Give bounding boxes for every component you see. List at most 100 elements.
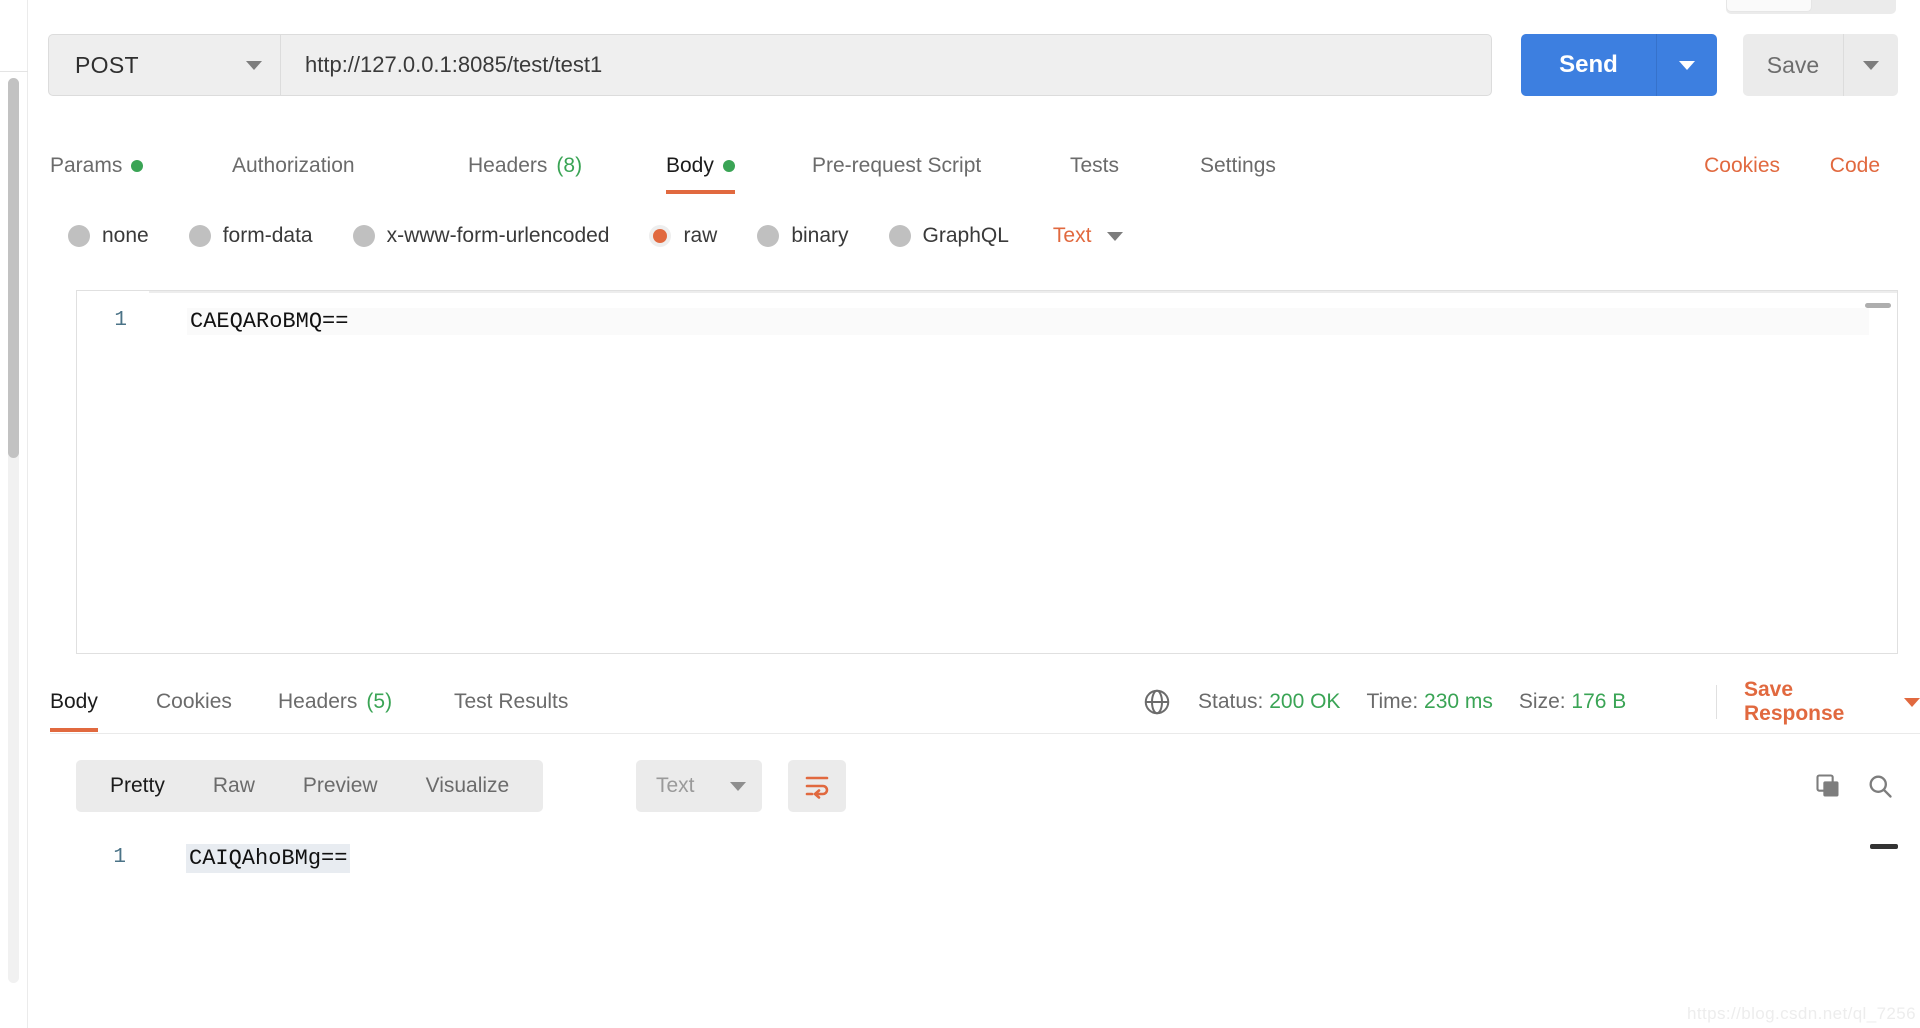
view-mode-preview[interactable]: Preview — [279, 760, 402, 812]
body-type-binary-label: binary — [791, 224, 849, 247]
body-type-raw[interactable]: raw — [649, 224, 717, 248]
response-tabs-bar: Body Cookies Headers (5) Test Results St… — [50, 672, 1920, 734]
modified-dot-icon — [131, 160, 144, 172]
radio-off-icon — [68, 225, 90, 247]
request-tabs: Params Authorization Headers (8) Body Pr… — [50, 140, 1898, 194]
copy-icon — [1816, 774, 1839, 797]
tab-authorization-label: Authorization — [232, 154, 355, 177]
url-input[interactable]: http://127.0.0.1:8085/test/test1 — [280, 34, 1492, 96]
request-url-row: POST http://127.0.0.1:8085/test/test1 Se… — [48, 34, 1898, 96]
request-editor-gutter: 1 — [77, 291, 149, 653]
tab-settings[interactable]: Settings — [1200, 140, 1276, 192]
watermark: https://blog.csdn.net/ql_7256 — [1687, 1004, 1916, 1023]
tab-params-label: Params — [50, 154, 123, 177]
send-options-button[interactable] — [1657, 34, 1717, 96]
request-body-editor[interactable]: 1 CAEQARoBMQ== — [76, 290, 1898, 654]
chevron-down-icon — [1863, 60, 1879, 70]
response-body-text[interactable]: CAIQAhoBMg== — [186, 844, 351, 873]
tab-body[interactable]: Body — [666, 140, 735, 194]
http-method-select[interactable]: POST — [48, 34, 280, 96]
copy-button[interactable] — [1808, 766, 1848, 806]
status-label: Status: 200 OK — [1198, 690, 1340, 714]
request-code-link[interactable]: Code — [1830, 140, 1880, 192]
body-format-select[interactable]: Text — [1053, 224, 1124, 248]
status-divider — [1716, 685, 1717, 719]
tab-tests-label: Tests — [1070, 154, 1120, 177]
save-response-button[interactable]: Save Response — [1744, 672, 1920, 732]
save-options-button[interactable] — [1844, 34, 1898, 96]
body-type-graphql-label: GraphQL — [922, 224, 1009, 247]
response-tab-headers-label: Headers — [278, 690, 358, 713]
radio-on-icon — [649, 225, 672, 247]
save-button-group: Save — [1743, 34, 1898, 96]
body-type-graphql[interactable]: GraphQL — [888, 224, 1009, 248]
radio-off-icon — [757, 225, 780, 247]
wrap-lines-icon — [805, 776, 829, 799]
radio-off-icon — [888, 225, 911, 247]
tab-settings-label: Settings — [1200, 154, 1276, 177]
status-value: 200 OK — [1269, 690, 1341, 713]
left-scroll-rail — [0, 0, 28, 1028]
response-scroll-marker[interactable] — [1870, 844, 1898, 849]
status-label-text: Status: — [1198, 690, 1264, 713]
search-button[interactable] — [1860, 766, 1900, 806]
wrap-lines-button[interactable] — [788, 760, 846, 812]
save-button[interactable]: Save — [1743, 34, 1844, 96]
body-type-urlencoded[interactable]: x-www-form-urlencoded — [352, 224, 609, 248]
radio-off-icon — [352, 225, 375, 247]
modified-dot-icon — [722, 160, 735, 172]
line-number: 1 — [114, 309, 127, 332]
view-mode-raw[interactable]: Raw — [189, 760, 279, 812]
body-type-binary[interactable]: binary — [757, 224, 849, 248]
size-label: Size: 176 B — [1519, 690, 1626, 714]
response-status-group: Status: 200 OK Time: 230 ms Size: 176 B — [1142, 672, 1626, 732]
response-tab-cookies[interactable]: Cookies — [156, 672, 232, 732]
rail-divider — [0, 71, 28, 72]
send-button[interactable]: Send — [1521, 34, 1657, 96]
tab-tests[interactable]: Tests — [1070, 140, 1119, 192]
view-mode-visualize[interactable]: Visualize — [402, 760, 534, 812]
request-body-text[interactable]: CAEQARoBMQ== — [187, 308, 1869, 335]
body-type-form-data[interactable]: form-data — [188, 224, 313, 248]
left-scrollbar-thumb[interactable] — [8, 78, 19, 458]
response-tab-test-results-label: Test Results — [454, 690, 569, 713]
response-tab-body[interactable]: Body — [50, 672, 98, 732]
tab-authorization[interactable]: Authorization — [232, 140, 355, 192]
editor-top-divider — [77, 291, 1897, 293]
size-label-text: Size: — [1518, 690, 1566, 713]
view-mode-pretty[interactable]: Pretty — [86, 760, 189, 812]
top-partial-toolbar-button[interactable] — [1726, 0, 1812, 12]
globe-icon — [1144, 689, 1170, 715]
time-label: Time: 230 ms — [1366, 690, 1492, 714]
search-icon — [1869, 775, 1892, 798]
response-tab-test-results[interactable]: Test Results — [454, 672, 568, 732]
editor-scroll-marker[interactable] — [1865, 303, 1891, 308]
response-tab-headers[interactable]: Headers (5) — [278, 672, 392, 732]
radio-off-icon — [188, 225, 211, 247]
response-tab-body-label: Body — [50, 690, 98, 713]
chevron-down-icon — [1904, 697, 1920, 707]
response-body-viewer[interactable]: 1 CAIQAhoBMg== — [76, 830, 1906, 1000]
tab-params[interactable]: Params — [50, 140, 144, 192]
tab-headers[interactable]: Headers (8) — [468, 140, 582, 192]
body-type-raw-label: raw — [683, 224, 718, 247]
time-value: 230 ms — [1424, 690, 1493, 713]
tab-body-label: Body — [666, 154, 714, 177]
body-type-none-label: none — [102, 224, 149, 247]
request-response-pane: POST http://127.0.0.1:8085/test/test1 Se… — [28, 0, 1920, 1028]
chevron-down-icon — [730, 781, 746, 791]
body-format-label: Text — [1052, 224, 1092, 247]
body-type-none[interactable]: none — [68, 224, 149, 248]
response-tab-headers-count: (5) — [366, 690, 393, 713]
line-number: 1 — [113, 846, 126, 869]
request-cookies-link[interactable]: Cookies — [1704, 140, 1780, 192]
body-type-row: none form-data x-www-form-urlencoded raw… — [68, 212, 1898, 260]
size-value: 176 B — [1571, 690, 1627, 713]
time-label-text: Time: — [1366, 690, 1419, 713]
response-tab-cookies-label: Cookies — [156, 690, 232, 713]
chevron-down-icon — [1679, 60, 1695, 70]
response-format-select[interactable]: Text — [636, 760, 762, 812]
chevron-down-icon — [1107, 231, 1124, 241]
tab-pre-request-script[interactable]: Pre-request Script — [812, 140, 981, 192]
tab-pre-request-script-label: Pre-request Script — [812, 154, 982, 177]
